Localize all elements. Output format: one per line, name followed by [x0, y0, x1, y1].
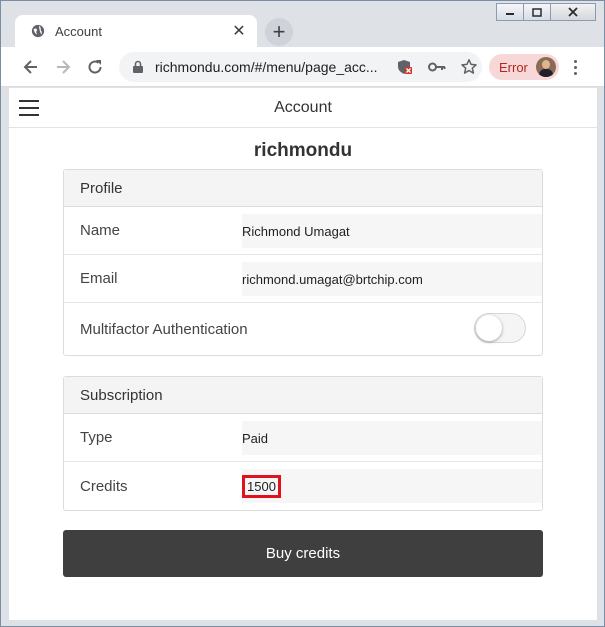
browser-toolbar: richmondu.com/#/menu/page_acc... Error — [1, 47, 604, 87]
minimize-button[interactable] — [496, 3, 524, 21]
kebab-menu-icon[interactable] — [565, 55, 585, 79]
credits-field[interactable]: 1500 — [242, 469, 542, 503]
subscription-card: Subscription Type Paid Credits 1500 — [63, 376, 543, 511]
credits-label: Credits — [80, 477, 128, 495]
key-icon[interactable] — [427, 57, 447, 77]
tab-strip: Account ✕ + — [1, 1, 604, 47]
type-label: Type — [80, 429, 113, 446]
minimize-icon — [506, 13, 514, 15]
subscription-card-title: Subscription — [64, 377, 542, 414]
maximize-icon — [532, 7, 542, 17]
close-window-icon — [568, 7, 578, 17]
profile-error-chip[interactable]: Error — [489, 54, 559, 80]
tab-title: Account — [55, 23, 102, 39]
maximize-button[interactable] — [523, 3, 551, 21]
profile-card-title: Profile — [64, 170, 542, 207]
profile-card: Profile Name Richmond Umagat Email richm… — [63, 169, 543, 356]
forward-arrow-icon[interactable] — [51, 55, 75, 79]
credits-value: 1500 — [242, 474, 281, 498]
mfa-row: Multifactor Authentication — [64, 303, 542, 355]
globe-icon — [31, 24, 45, 38]
close-icon[interactable]: ✕ — [231, 23, 247, 40]
name-field[interactable]: Richmond Umagat — [242, 214, 542, 248]
tab-account[interactable]: Account ✕ — [15, 15, 257, 47]
blocked-content-icon[interactable] — [395, 57, 415, 77]
credits-row: Credits 1500 — [64, 462, 542, 510]
plus-icon[interactable]: + — [265, 18, 293, 46]
reload-icon[interactable] — [83, 55, 107, 79]
mfa-toggle[interactable] — [474, 313, 526, 343]
back-arrow-icon[interactable] — [19, 55, 43, 79]
type-value: Paid — [242, 430, 269, 446]
email-value: richmond.umagat@brtchip.com — [242, 271, 423, 287]
email-row: Email richmond.umagat@brtchip.com — [64, 255, 542, 303]
address-bar[interactable]: richmondu.com/#/menu/page_acc... — [119, 52, 482, 82]
type-row: Type Paid — [64, 414, 542, 462]
avatar — [536, 57, 556, 77]
email-label: Email — [80, 270, 118, 287]
browser-window: Account ✕ + richmondu.com/#/menu/page_ac… — [0, 0, 605, 627]
username-heading: richmondu — [253, 140, 353, 161]
error-label: Error — [499, 59, 528, 75]
type-field[interactable]: Paid — [242, 421, 542, 455]
lock-icon[interactable] — [131, 60, 145, 74]
email-field[interactable]: richmond.umagat@brtchip.com — [242, 262, 542, 296]
star-icon[interactable] — [459, 57, 479, 77]
app-header: Account — [9, 88, 597, 128]
buy-credits-button[interactable]: Buy credits — [63, 530, 543, 577]
name-label: Name — [80, 222, 121, 239]
window-controls — [496, 3, 596, 21]
page-content: Account richmondu Profile Name Richmond … — [9, 88, 597, 620]
mfa-label: Multifactor Authentication — [80, 320, 248, 338]
url-text[interactable]: richmondu.com/#/menu/page_acc... — [155, 59, 383, 75]
page-title: Account — [274, 99, 332, 116]
name-value: Richmond Umagat — [242, 223, 350, 239]
close-window-button[interactable] — [550, 3, 596, 21]
name-row: Name Richmond Umagat — [64, 207, 542, 255]
